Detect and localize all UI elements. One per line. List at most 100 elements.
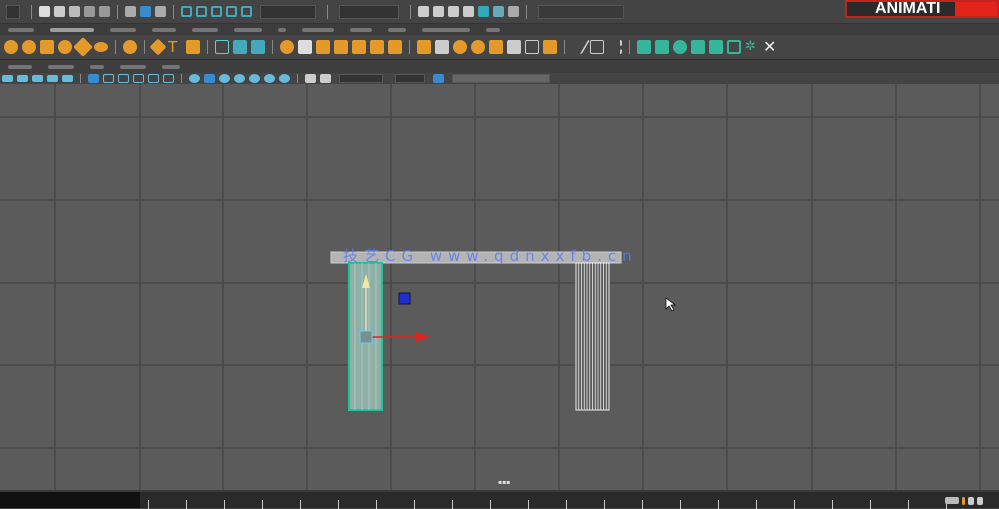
shelf-tab[interactable] [350, 27, 372, 32]
shelf-tab[interactable] [278, 27, 286, 32]
camera-attr-icon[interactable] [17, 75, 28, 82]
shelf-tab[interactable] [110, 27, 136, 32]
shelf-tab[interactable] [234, 27, 262, 32]
select-object-icon[interactable] [140, 6, 151, 17]
render-icon[interactable] [418, 6, 429, 17]
poly-cube-icon[interactable] [22, 40, 36, 54]
safe-action-icon[interactable] [163, 74, 174, 83]
super-shape-icon[interactable] [123, 40, 137, 54]
uv-project-icon[interactable] [543, 40, 557, 54]
panel-menu-item[interactable] [8, 64, 32, 69]
shelf-tab[interactable] [486, 27, 500, 32]
type-icon[interactable]: T [168, 39, 182, 55]
select-component-icon[interactable] [155, 6, 166, 17]
poly-plane-icon[interactable] [73, 37, 93, 57]
snap-point-icon[interactable] [211, 6, 222, 17]
panel-menu-item[interactable] [120, 64, 146, 69]
film-gate-icon[interactable] [103, 74, 114, 83]
undo-icon[interactable] [84, 6, 95, 17]
sculpt-icon[interactable] [637, 40, 651, 54]
panel-menu-item[interactable] [162, 64, 180, 69]
gamma-field[interactable] [395, 74, 425, 83]
new-scene-icon[interactable] [39, 6, 50, 17]
extract-icon[interactable] [507, 40, 521, 54]
gate-mask-icon[interactable] [133, 74, 144, 83]
panel-menu-item[interactable] [90, 64, 104, 69]
multi-cut-icon[interactable] [417, 40, 431, 54]
triangle-icon[interactable] [215, 40, 229, 54]
bridge-icon[interactable] [316, 40, 330, 54]
duplicate-face-icon[interactable] [489, 40, 503, 54]
redo-icon[interactable] [99, 6, 110, 17]
target-weld-icon[interactable] [435, 40, 449, 54]
render-view-icon[interactable] [433, 6, 444, 17]
render-settings-icon[interactable] [463, 6, 474, 17]
hypershade-icon[interactable] [478, 6, 489, 17]
image-plane-icon[interactable] [47, 75, 58, 82]
color-space-dropdown[interactable] [452, 74, 550, 83]
snap-surface-icon[interactable] [241, 6, 252, 17]
input-field[interactable] [339, 4, 399, 19]
isolate-icon[interactable] [305, 74, 316, 83]
2d-pan-icon[interactable] [62, 75, 73, 82]
edge-ring-icon[interactable] [590, 40, 604, 54]
move-z-handle[interactable] [398, 292, 411, 305]
smooth-sculpt-icon[interactable] [655, 40, 669, 54]
menu-set-dropdown[interactable] [6, 4, 20, 19]
panel-menu-item[interactable] [48, 64, 74, 69]
exposure-field[interactable] [339, 74, 383, 83]
poly-disc-icon[interactable] [94, 42, 108, 52]
account-dropdown[interactable] [538, 4, 624, 19]
fill-hole-icon[interactable] [370, 40, 384, 54]
shelf-tab-active[interactable] [50, 27, 94, 32]
ipr-icon[interactable] [448, 6, 459, 17]
close-icon[interactable]: ✕ [763, 39, 777, 55]
shelf-tab[interactable] [388, 27, 406, 32]
insert-loop-icon[interactable] [453, 40, 467, 54]
arnold-icon[interactable] [493, 6, 504, 17]
move-center-handle[interactable] [359, 330, 373, 344]
resolution-gate-icon[interactable] [118, 74, 129, 83]
shelf-tab[interactable] [152, 27, 176, 32]
poly-torus-icon[interactable] [58, 40, 72, 54]
key-icon[interactable] [968, 497, 974, 505]
field-chart-icon[interactable] [148, 74, 159, 83]
wrinkle-icon[interactable]: ✲ [745, 40, 759, 54]
shadows-icon[interactable] [249, 74, 260, 83]
pause-icon[interactable] [508, 6, 519, 17]
append-icon[interactable] [388, 40, 402, 54]
open-scene-icon[interactable] [54, 6, 65, 17]
snap-curve-icon[interactable] [196, 6, 207, 17]
smooth-shade-icon[interactable] [204, 74, 215, 83]
shelf-tab[interactable] [302, 27, 334, 32]
shelf-tab[interactable] [192, 27, 218, 32]
edge-icon[interactable] [567, 40, 591, 54]
aa-icon[interactable] [279, 74, 290, 83]
shelf-tab[interactable] [8, 27, 34, 32]
relax-icon[interactable] [673, 40, 687, 54]
symmetry-dropdown[interactable] [260, 4, 316, 19]
time-slider[interactable] [0, 490, 999, 509]
svg-icon[interactable] [186, 40, 200, 54]
color-management-icon[interactable] [433, 74, 444, 83]
edge-loop-icon[interactable] [608, 40, 622, 54]
freeze-icon[interactable] [727, 40, 741, 54]
uv-editor-icon[interactable] [525, 40, 539, 54]
move-x-arrow-icon[interactable] [416, 332, 430, 342]
ao-icon[interactable] [264, 74, 275, 83]
lights-icon[interactable] [234, 74, 245, 83]
shelf-tab[interactable] [422, 27, 470, 32]
select-hierarchy-icon[interactable] [125, 6, 136, 17]
grid-toggle-icon[interactable] [88, 74, 99, 83]
camera-icon[interactable] [2, 75, 13, 82]
bookmark-icon[interactable] [32, 75, 43, 82]
diamond-icon[interactable] [149, 38, 167, 56]
poly-sphere-icon[interactable] [4, 40, 18, 54]
mirror-icon[interactable] [298, 40, 312, 54]
snap-view-icon[interactable] [226, 6, 237, 17]
playback-buttons-icon[interactable] [945, 497, 959, 504]
pinch-icon[interactable] [709, 40, 723, 54]
bevel-icon[interactable] [352, 40, 366, 54]
offset-loop-icon[interactable] [471, 40, 485, 54]
xray-icon[interactable] [320, 74, 331, 83]
